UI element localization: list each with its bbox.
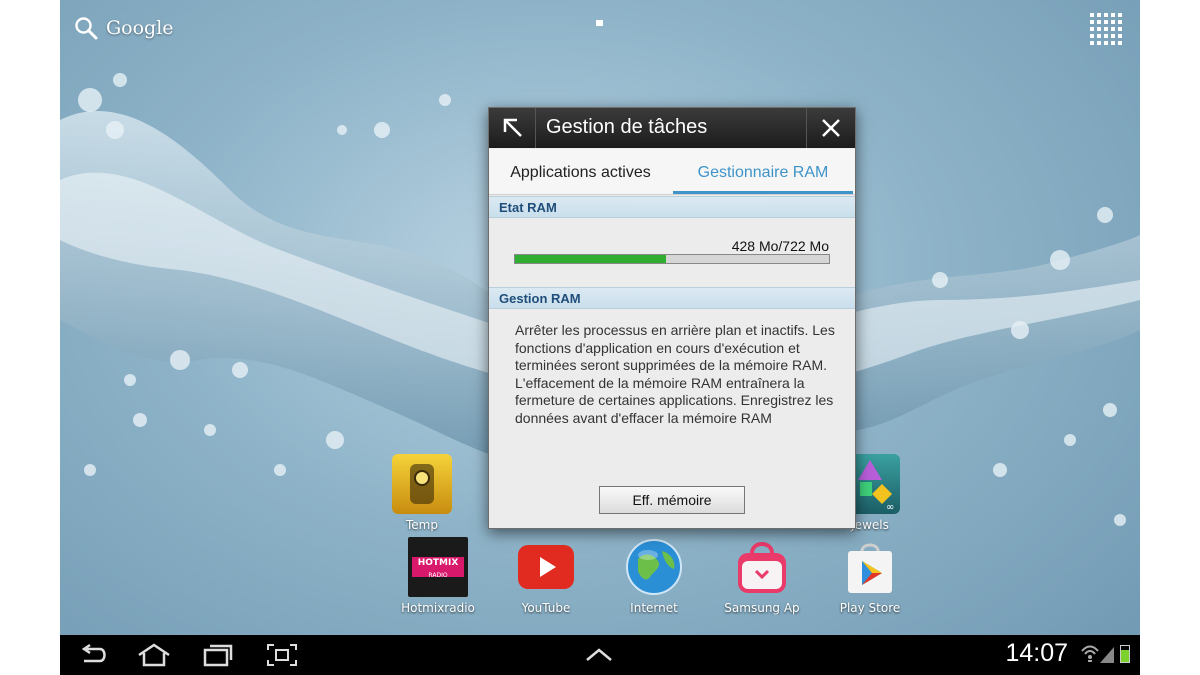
app-label: Hotmixradio	[401, 601, 475, 615]
search-icon	[75, 17, 98, 40]
navigation-bar: 14:07	[60, 635, 1140, 675]
svg-text:∞: ∞	[886, 502, 894, 513]
app-label: Play Store	[839, 601, 901, 615]
hotmix-badge: HOTMIX	[417, 558, 459, 568]
temple-run-glyph	[410, 464, 434, 504]
back-icon[interactable]	[78, 643, 110, 667]
ram-usage-text: 428 Mo/722 Mo	[731, 238, 829, 254]
play-store-glyph	[848, 543, 892, 593]
app-label: Internet	[630, 601, 678, 615]
play-store-icon	[840, 537, 900, 597]
clear-memory-button[interactable]: Eff. mémoire	[599, 486, 745, 514]
app-play-store[interactable]: Play Store	[825, 537, 915, 615]
google-label: Google	[106, 17, 174, 39]
shopping-bag-glyph	[738, 542, 786, 593]
globe-glyph	[626, 539, 682, 595]
samsung-apps-icon	[732, 537, 792, 597]
ram-usage-fill	[515, 255, 666, 263]
hotmix-badge-sub: RADIO	[428, 572, 448, 579]
app-hotmixradio[interactable]: HOTMIX RADIO Hotmixradio	[393, 537, 483, 615]
app-samsung-apps[interactable]: Samsung Ap	[717, 537, 807, 615]
home-screen: Google Temp ∞ Jewels HOTMIX RADIO Hotmix…	[60, 0, 1140, 675]
dialog-header: Gestion de tâches	[489, 108, 855, 148]
app-label: YouTube	[521, 601, 571, 615]
youtube-icon	[516, 537, 576, 597]
expand-button[interactable]	[489, 108, 536, 148]
hotmix-icon: HOTMIX RADIO	[408, 537, 468, 597]
task-manager-dialog: Gestion de tâches Applications actives G…	[488, 107, 856, 529]
temple-run-icon	[392, 454, 452, 514]
signal-icon	[1100, 647, 1114, 663]
wifi-icon	[1081, 645, 1099, 662]
app-youtube[interactable]: YouTube	[501, 537, 591, 615]
arrow-up-left-icon	[503, 118, 522, 137]
home-icon[interactable]	[136, 643, 172, 667]
app-internet[interactable]: Internet	[609, 537, 699, 615]
page-indicator	[596, 20, 603, 26]
screenshot-icon[interactable]	[266, 643, 298, 667]
google-search-widget[interactable]: Google	[74, 16, 174, 40]
close-button[interactable]	[806, 108, 855, 148]
tab-applications-actives[interactable]: Applications actives	[489, 149, 672, 194]
dialog-title: Gestion de tâches	[546, 116, 708, 138]
dialog-tabs: Applications actives Gestionnaire RAM	[489, 149, 855, 195]
app-temple-run[interactable]: Temp	[377, 454, 467, 532]
app-label: Temp	[406, 518, 438, 532]
internet-globe-icon	[624, 537, 684, 597]
apps-grid-icon[interactable]	[1090, 13, 1122, 45]
recent-apps-icon[interactable]	[202, 643, 234, 667]
close-icon	[822, 119, 840, 137]
youtube-glyph	[518, 545, 574, 589]
battery-icon	[1120, 645, 1130, 663]
clock: 14:07	[1005, 639, 1068, 667]
chevron-up-icon[interactable]	[584, 647, 614, 663]
ram-description: Arrêter les processus en arrière plan et…	[515, 322, 835, 426]
battery-level	[1121, 650, 1129, 662]
section-etat-ram: Etat RAM	[489, 196, 855, 218]
app-label: Samsung Ap	[724, 601, 800, 615]
section-gestion-ram: Gestion RAM	[489, 287, 855, 309]
ram-usage-bar	[514, 254, 830, 264]
tab-gestionnaire-ram[interactable]: Gestionnaire RAM	[673, 149, 853, 194]
